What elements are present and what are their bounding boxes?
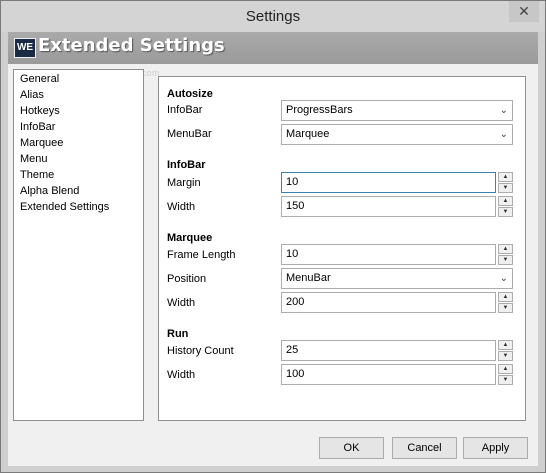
triangle-down-icon[interactable]: ▼ [498,375,513,385]
autosize-infobar-value: ProgressBars [286,104,353,116]
marquee-frame-length-input[interactable]: 10 [281,244,496,265]
run-heading: Run [167,328,189,340]
infobar-width-stepper[interactable]: 150 ▲ ▼ [281,196,513,217]
apply-button[interactable]: Apply [463,437,528,459]
close-icon[interactable]: ✕ [509,1,539,22]
page-title: Extended Settings [38,35,225,56]
settings-window: Settings ✕ WE Extended Settings www.soft… [0,0,546,473]
client-area: WE Extended Settings www.softpedia.com G… [8,32,538,466]
nav-item-hotkeys[interactable]: Hotkeys [14,103,143,119]
nav-item-extended-settings[interactable]: Extended Settings [14,199,143,215]
infobar-width-label: Width [167,201,196,213]
nav-item-marquee[interactable]: Marquee [14,135,143,151]
nav-item-alpha-blend[interactable]: Alpha Blend [14,183,143,199]
triangle-down-icon[interactable]: ▼ [498,183,513,193]
marquee-heading: Marquee [167,232,213,244]
run-history-count-stepper[interactable]: 25 ▲ ▼ [281,340,513,361]
nav-item-infobar[interactable]: InfoBar [14,119,143,135]
autosize-infobar-label: InfoBar [167,104,203,116]
triangle-down-icon[interactable]: ▼ [498,303,513,313]
infobar-margin-stepper[interactable]: 10 ▲ ▼ [281,172,513,193]
marquee-frame-length-label: Frame Length [167,249,236,261]
run-width-stepper[interactable]: 100 ▲ ▼ [281,364,513,385]
infobar-width-input[interactable]: 150 [281,196,496,217]
triangle-up-icon[interactable]: ▲ [498,364,513,374]
chevron-down-icon[interactable]: ⌄ [500,101,508,120]
triangle-down-icon[interactable]: ▼ [498,351,513,361]
triangle-down-icon[interactable]: ▼ [498,255,513,265]
triangle-up-icon[interactable]: ▲ [498,172,513,182]
header-banner: WE Extended Settings [8,32,538,64]
infobar-heading: InfoBar [167,159,206,171]
triangle-up-icon[interactable]: ▲ [498,292,513,302]
marquee-width-input[interactable]: 200 [281,292,496,313]
marquee-frame-length-stepper[interactable]: 10 ▲ ▼ [281,244,513,265]
nav-item-theme[interactable]: Theme [14,167,143,183]
marquee-width-label: Width [167,297,196,309]
nav-item-alias[interactable]: Alias [14,87,143,103]
marquee-width-stepper[interactable]: 200 ▲ ▼ [281,292,513,313]
triangle-down-icon[interactable]: ▼ [498,207,513,217]
cancel-button[interactable]: Cancel [392,437,457,459]
marquee-position-value: MenuBar [286,272,331,284]
run-width-label: Width [167,369,196,381]
title-bar[interactable]: Settings ✕ [1,1,545,32]
window-title: Settings [245,8,301,25]
nav-item-general[interactable]: General [14,71,143,87]
autosize-menubar-select[interactable]: Marquee ⌄ [281,124,513,145]
settings-panel: Autosize InfoBar ProgressBars ⌄ MenuBar … [158,76,526,421]
ok-button[interactable]: OK [319,437,384,459]
triangle-up-icon[interactable]: ▲ [498,340,513,350]
triangle-up-icon[interactable]: ▲ [498,244,513,254]
app-logo: WE [14,38,36,58]
infobar-margin-label: Margin [167,177,201,189]
chevron-down-icon[interactable]: ⌄ [500,125,508,144]
triangle-up-icon[interactable]: ▲ [498,196,513,206]
settings-category-list[interactable]: General Alias Hotkeys InfoBar Marquee Me… [13,69,144,421]
autosize-menubar-value: Marquee [286,128,330,140]
run-history-count-label: History Count [167,345,234,357]
run-history-count-input[interactable]: 25 [281,340,496,361]
autosize-menubar-label: MenuBar [167,128,212,140]
nav-item-menu[interactable]: Menu [14,151,143,167]
marquee-position-label: Position [167,273,207,285]
autosize-infobar-select[interactable]: ProgressBars ⌄ [281,100,513,121]
marquee-position-select[interactable]: MenuBar ⌄ [281,268,513,289]
run-width-input[interactable]: 100 [281,364,496,385]
chevron-down-icon[interactable]: ⌄ [500,269,508,288]
autosize-heading: Autosize [167,88,213,100]
infobar-margin-input[interactable]: 10 [281,172,496,193]
